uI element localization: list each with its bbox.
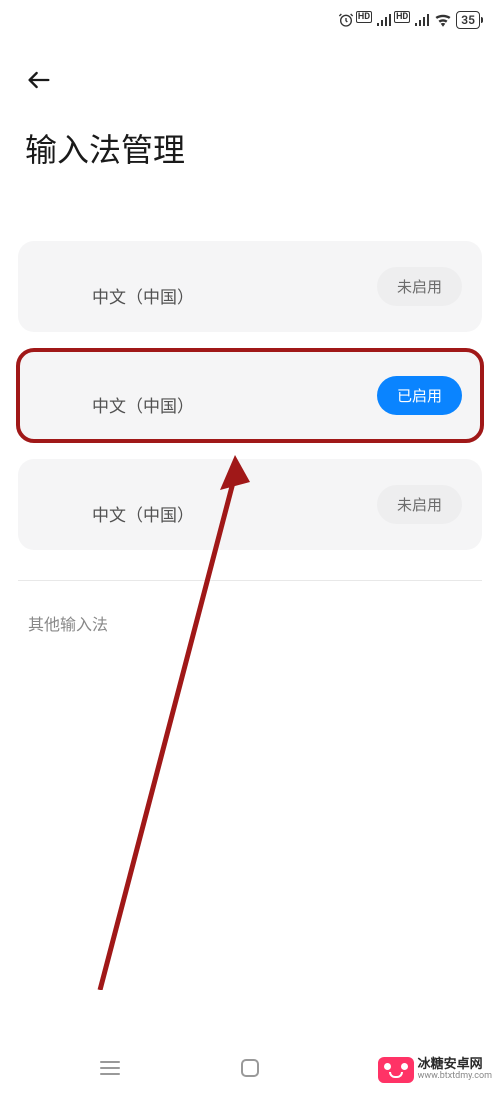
battery-level: 35 (461, 13, 475, 27)
watermark-logo-icon (378, 1057, 414, 1083)
wifi-icon (434, 13, 452, 27)
signal-icon-1 (376, 13, 392, 27)
section-divider (18, 580, 482, 581)
ime-status-button-active[interactable]: 已启用 (377, 376, 462, 415)
ime-status-button[interactable]: 未启用 (377, 485, 462, 524)
hd-indicator-2: HD (394, 11, 410, 23)
other-ime-section-label: 其他输入法 (0, 601, 500, 645)
status-icons: HD HD 35 (338, 11, 480, 29)
page-title: 输入法管理 (25, 125, 475, 171)
watermark: 冰糖安卓网 www.btxtdmy.com (370, 1053, 500, 1087)
ime-card[interactable]: 中文（中国） 未启用 (18, 241, 482, 332)
ime-card-highlighted[interactable]: 中文（中国） 已启用 (18, 350, 482, 441)
ime-label: 中文（中国） (92, 392, 194, 417)
watermark-name: 冰糖安卓网 (418, 1058, 492, 1072)
ime-label: 中文（中国） (92, 283, 194, 308)
ime-status-button[interactable]: 未启用 (377, 267, 462, 306)
back-button[interactable] (25, 60, 65, 100)
header: 输入法管理 (0, 40, 500, 241)
nav-home-button[interactable] (230, 1048, 270, 1088)
ime-list: 中文（中国） 未启用 中文（中国） 已启用 中文（中国） 未启用 (0, 241, 500, 550)
status-bar: HD HD 35 (0, 0, 500, 40)
hd-indicator-1: HD (356, 11, 372, 23)
battery-indicator: 35 (456, 11, 480, 29)
nav-recents-button[interactable] (90, 1048, 130, 1088)
ime-label: 中文（中国） (92, 501, 194, 526)
signal-icon-2 (414, 13, 430, 27)
watermark-url: www.btxtdmy.com (418, 1072, 492, 1082)
alarm-icon (338, 12, 354, 28)
ime-card[interactable]: 中文（中国） 未启用 (18, 459, 482, 550)
